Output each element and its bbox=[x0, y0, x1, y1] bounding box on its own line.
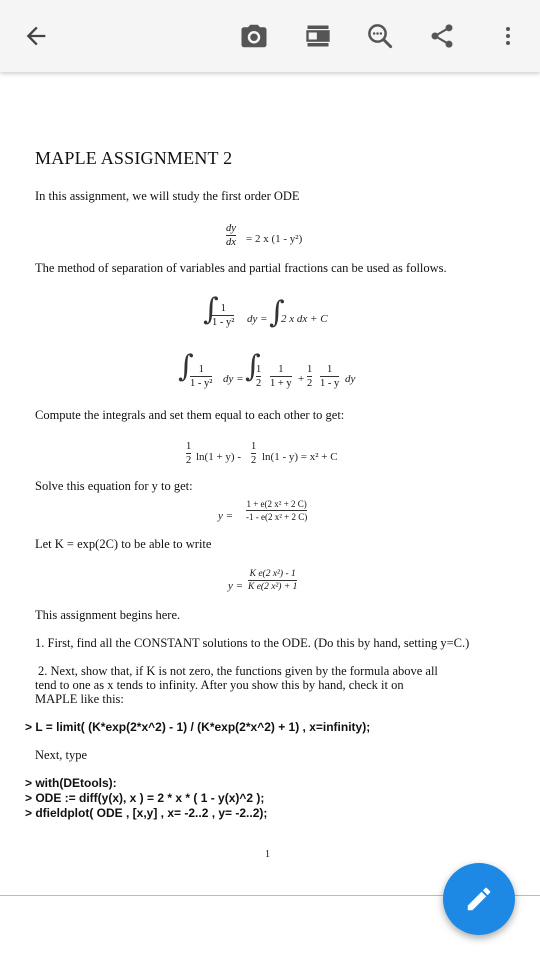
question-2-line-1: 2. Next, show that, if K is not zero, th… bbox=[38, 664, 438, 678]
more-options-button[interactable] bbox=[484, 12, 532, 60]
more-vert-icon bbox=[506, 27, 510, 45]
eq2-denominator: 1 - y² bbox=[212, 317, 235, 328]
eq4-a-ln: ln(1 + y) - bbox=[196, 451, 241, 463]
eq3-term3-den: 2 bbox=[307, 378, 313, 389]
eq1-denominator: dx bbox=[226, 237, 236, 248]
page-layout-icon bbox=[306, 25, 330, 47]
search-button[interactable] bbox=[356, 12, 404, 60]
eq3-denominator: 1 - y² bbox=[190, 378, 213, 389]
question-2-line-2: tend to one as x tends to infinity. Afte… bbox=[35, 678, 404, 692]
eq4-frac-a: 1 2 bbox=[186, 441, 192, 466]
eq3-tail: dy bbox=[345, 373, 356, 385]
maple-command-with: > with(DEtools): bbox=[25, 776, 117, 790]
eq4-b-ln: ln(1 - y) = x² + C bbox=[262, 451, 338, 463]
maple-command-dfieldplot: > dfieldplot( ODE , [x,y] , x= -2..2 , y… bbox=[25, 806, 268, 820]
eq5-numerator: 1 + e(2 x² + 2 C) bbox=[246, 499, 307, 509]
eq3-term3: 1 2 bbox=[307, 364, 313, 389]
solve-text: Solve this equation for y to get: bbox=[35, 479, 193, 493]
eq3-term2: 1 1 + y bbox=[270, 364, 292, 389]
eq3-term2-num: 1 bbox=[278, 364, 284, 375]
eq5-fraction: 1 + e(2 x² + 2 C) -1 - e(2 x² + 2 C) bbox=[246, 499, 308, 522]
eq1-fraction: dy dx bbox=[226, 223, 236, 248]
page-layout-button[interactable] bbox=[294, 12, 342, 60]
camera-button[interactable] bbox=[230, 12, 278, 60]
eq3-fraction: 1 1 - y² bbox=[190, 364, 213, 389]
eq5-denominator: -1 - e(2 x² + 2 C) bbox=[246, 512, 308, 522]
separation-text: The method of separation of variables an… bbox=[35, 261, 447, 275]
share-icon bbox=[431, 24, 453, 48]
eq2-fraction: 1 1 - y² bbox=[212, 303, 235, 328]
eq6-numerator: K e(2 x²) - 1 bbox=[249, 569, 296, 579]
eq1-rhs: = 2 x (1 - y²) bbox=[246, 233, 303, 245]
eq3-term4: 1 1 - y bbox=[320, 364, 340, 389]
eq2-numerator: 1 bbox=[220, 303, 226, 314]
eq3-term1-num: 1 bbox=[256, 364, 262, 375]
begins-text: This assignment begins here. bbox=[35, 608, 181, 622]
document-title: MAPLE ASSIGNMENT 2 bbox=[35, 148, 233, 168]
edit-pencil-icon bbox=[467, 887, 491, 911]
eq4-a-num: 1 bbox=[186, 441, 192, 452]
edit-fab-button[interactable] bbox=[443, 863, 515, 935]
eq4-a-den: 2 bbox=[186, 455, 192, 466]
maple-command-limit: > L = limit( (K*exp(2*x^2) - 1) / (K*exp… bbox=[25, 720, 371, 734]
back-button[interactable] bbox=[12, 12, 60, 60]
eq6-lhs: y = bbox=[228, 580, 244, 592]
camera-icon bbox=[241, 24, 267, 48]
search-in-document-icon bbox=[368, 24, 393, 49]
top-toolbar bbox=[0, 0, 540, 72]
next-type-text: Next, type bbox=[35, 748, 88, 762]
let-k-text: Let K = exp(2C) to be able to write bbox=[35, 537, 212, 551]
compute-text: Compute the integrals and set them equal… bbox=[35, 408, 345, 422]
maple-command-ode: > ODE := diff(y(x), x ) = 2 * x * ( 1 - … bbox=[25, 791, 265, 805]
intro-text: In this assignment, we will study the fi… bbox=[35, 189, 300, 203]
eq1-numerator: dy bbox=[226, 223, 236, 234]
eq5-lhs: y = bbox=[218, 510, 234, 522]
eq6-fraction: K e(2 x²) - 1 K e(2 x²) + 1 bbox=[248, 569, 298, 592]
eq3-term4-den: 1 - y bbox=[320, 378, 340, 389]
question-1: 1. First, find all the CONSTANT solution… bbox=[35, 636, 470, 650]
page-number: 1 bbox=[265, 849, 270, 860]
eq4-frac-b: 1 2 bbox=[251, 441, 257, 466]
question-2-line-3: MAPLE like this: bbox=[35, 692, 124, 706]
eq2-rhs: 2 x dx + C bbox=[281, 313, 328, 325]
eq3-numerator: 1 bbox=[198, 364, 204, 375]
eq3-term2-den: 1 + y bbox=[270, 378, 292, 389]
eq6-denominator: K e(2 x²) + 1 bbox=[248, 582, 298, 592]
arrow-left-icon bbox=[26, 26, 46, 46]
eq3-plus: + bbox=[298, 373, 305, 385]
eq4-b-den: 2 bbox=[251, 455, 257, 466]
eq2-mid: dy = bbox=[247, 313, 268, 325]
eq3-term1-den: 2 bbox=[256, 378, 262, 389]
eq3-term1: 1 2 bbox=[256, 364, 262, 389]
share-button[interactable] bbox=[418, 12, 466, 60]
eq3-term3-num: 1 bbox=[307, 364, 313, 375]
eq3-mid: dy = bbox=[223, 373, 244, 385]
eq3-term4-num: 1 bbox=[327, 364, 333, 375]
eq4-b-num: 1 bbox=[251, 441, 257, 452]
